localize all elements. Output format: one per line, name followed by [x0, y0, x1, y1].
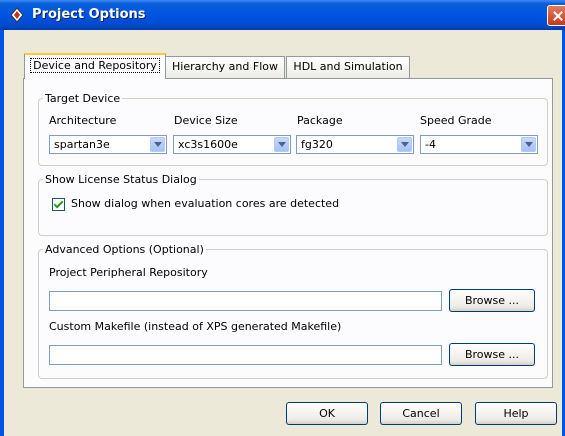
- app-icon: [10, 7, 24, 23]
- makefile-input[interactable]: [49, 345, 442, 365]
- chevron-down-icon[interactable]: [274, 137, 289, 152]
- package-label: Package: [297, 114, 343, 127]
- tab-label: HDL and Simulation: [293, 60, 403, 73]
- ok-button[interactable]: OK: [286, 402, 368, 425]
- device-size-select[interactable]: xc3s1600e: [173, 135, 291, 154]
- tab-hdl-and-simulation[interactable]: HDL and Simulation: [286, 56, 410, 78]
- close-button[interactable]: [547, 5, 565, 26]
- architecture-value: spartan3e: [54, 138, 110, 151]
- show-dialog-label[interactable]: Show dialog when evaluation cores are de…: [71, 197, 339, 210]
- device-size-label: Device Size: [174, 114, 238, 127]
- help-button[interactable]: Help: [475, 402, 557, 425]
- repository-label: Project Peripheral Repository: [49, 266, 208, 279]
- advanced-options-legend: Advanced Options (Optional): [45, 243, 204, 256]
- window-frame-left: [0, 30, 4, 436]
- architecture-label: Architecture: [49, 114, 117, 127]
- speed-grade-select[interactable]: -4: [420, 135, 538, 154]
- speed-grade-value: -4: [425, 138, 436, 151]
- cancel-button[interactable]: Cancel: [380, 402, 462, 425]
- window-title: Project Options: [32, 7, 146, 22]
- chevron-down-icon[interactable]: [397, 137, 412, 152]
- makefile-browse-button[interactable]: Browse ...: [449, 343, 535, 366]
- target-device-group: Target Device: [38, 92, 548, 166]
- tab-label: Device and Repository: [30, 58, 160, 73]
- chevron-down-icon[interactable]: [150, 137, 165, 152]
- device-size-value: xc3s1600e: [178, 138, 238, 151]
- tab-label: Hierarchy and Flow: [172, 60, 278, 73]
- show-dialog-checkbox[interactable]: [52, 198, 65, 211]
- repository-input[interactable]: [49, 291, 442, 311]
- package-select[interactable]: fg320: [296, 135, 414, 154]
- target-device-legend: Target Device: [45, 92, 121, 105]
- tab-hierarchy-and-flow[interactable]: Hierarchy and Flow: [165, 56, 285, 78]
- license-legend: Show License Status Dialog: [45, 173, 197, 186]
- tab-device-and-repository[interactable]: Device and Repository: [24, 53, 166, 79]
- repository-browse-button[interactable]: Browse ...: [449, 289, 535, 312]
- chevron-down-icon[interactable]: [521, 137, 536, 152]
- architecture-select[interactable]: spartan3e: [49, 135, 167, 154]
- makefile-label: Custom Makefile (instead of XPS generate…: [49, 320, 342, 333]
- package-value: fg320: [301, 138, 333, 151]
- title-bar[interactable]: Project Options: [0, 0, 565, 30]
- speed-grade-label: Speed Grade: [420, 114, 492, 127]
